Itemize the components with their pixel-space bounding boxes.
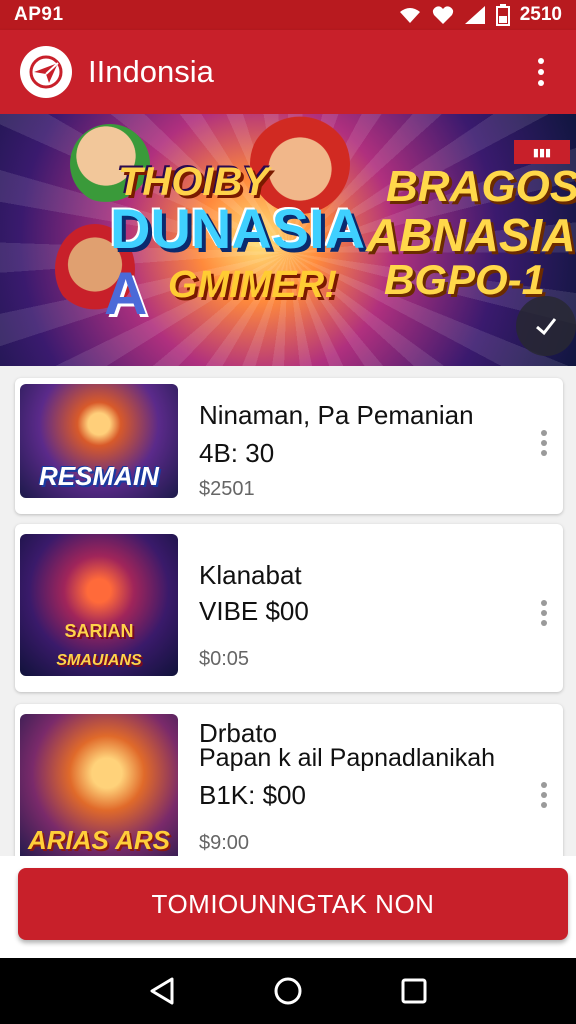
more-vert-icon[interactable] — [539, 782, 549, 808]
game-price: 4B: 30 — [199, 438, 275, 468]
game-thumbnail: SARIAN SMAUIANS — [20, 534, 178, 676]
game-name: Klanabat — [199, 560, 302, 590]
game-price: VIBE $00 — [199, 596, 309, 626]
signal-icon — [464, 6, 485, 24]
banner-title-line2: DUNASIA — [110, 197, 366, 260]
promo-banner[interactable]: A THOIBY DUNASIA GMIMER! BRAGOS ABNASIA … — [0, 114, 576, 366]
battery-icon — [495, 4, 510, 26]
system-nav-bar — [0, 958, 576, 1024]
banner-right-line1: BRAGOS — [386, 162, 576, 211]
home-icon[interactable] — [273, 976, 303, 1006]
game-card[interactable]: SARIAN SMAUIANS Klanabat VIBE $00 $0:05 — [15, 524, 563, 692]
game-card[interactable]: ARIAS ARS Drbato Papan k ail Papnadlanik… — [15, 704, 563, 856]
thumbnail-caption: SMAUIANS — [56, 652, 142, 669]
game-card[interactable]: RESMAIN Ninaman, Pa Pemanian 4B: 30 $250… — [15, 378, 563, 514]
game-meta: $9:00 — [199, 832, 250, 854]
status-time: AP91 — [14, 4, 64, 25]
banner-right-line2: ABNASIA — [366, 209, 576, 261]
more-vert-icon[interactable] — [539, 430, 549, 456]
game-price: B1K: $00 — [199, 780, 306, 810]
app-bar: IIndonsia — [0, 30, 576, 114]
thumbnail-caption: ARIAS ARS — [27, 825, 171, 855]
paper-plane-icon — [29, 55, 63, 89]
game-subtitle: Papan k ail Papnadlanikah — [199, 744, 496, 772]
thumbnail-caption: RESMAIN — [39, 461, 159, 491]
share-button[interactable] — [516, 296, 576, 356]
status-icons: 2510 — [398, 4, 562, 26]
banner-right-line3: BGPO-1 — [384, 256, 546, 303]
thumbnail-caption-top: SARIAN — [64, 621, 134, 641]
game-meta: $2501 — [199, 478, 255, 500]
heart-icon — [432, 6, 453, 25]
game-meta: $0:05 — [199, 648, 250, 670]
app-title: IIndonsia — [88, 54, 214, 89]
status-clock: 2510 — [519, 4, 562, 25]
game-thumbnail: RESMAIN — [20, 384, 178, 498]
banner-badge-letter: A — [104, 260, 148, 327]
cta-area: TOMIOUNNGTAK NON — [0, 856, 576, 958]
more-vert-icon[interactable] — [526, 52, 556, 92]
game-name: Ninaman, Pa Pemanian — [199, 400, 474, 430]
status-bar: AP91 2510 — [0, 0, 576, 30]
more-vert-icon[interactable] — [539, 600, 549, 626]
wifi-icon — [399, 8, 420, 23]
check-icon — [536, 318, 557, 336]
app-logo[interactable] — [20, 46, 72, 98]
game-list: RESMAIN Ninaman, Pa Pemanian 4B: 30 $250… — [0, 366, 576, 856]
cta-button[interactable]: TOMIOUNNGTAK NON — [18, 868, 568, 940]
back-icon[interactable] — [148, 976, 176, 1006]
recents-icon[interactable] — [400, 977, 428, 1005]
banner-logo-tag: ▮▮▮ — [514, 140, 570, 164]
banner-title-line3: GMIMER! — [168, 264, 337, 306]
game-thumbnail: ARIAS ARS — [20, 714, 178, 856]
